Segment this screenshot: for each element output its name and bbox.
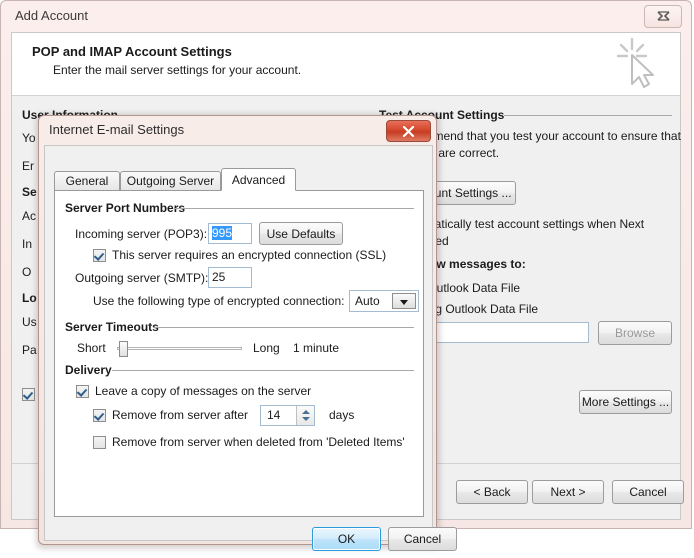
server-port-numbers-heading: Server Port Numbers <box>65 201 186 215</box>
encryption-type-select[interactable]: Auto <box>349 290 419 312</box>
close-icon[interactable] <box>644 5 682 28</box>
close-x-glyph <box>402 125 415 137</box>
modal-client-area: General Outgoing Server Advanced Server … <box>44 145 457 551</box>
user-name-label: Us <box>22 315 37 329</box>
add-account-title: Add Account <box>15 8 88 23</box>
encryption-type-value: Auto <box>355 294 380 308</box>
close-x-glyph <box>656 11 670 21</box>
add-account-titlebar: Add Account <box>1 1 691 31</box>
your-name-label: Yo <box>22 131 36 145</box>
delivery-heading: Delivery <box>65 363 112 377</box>
modal-title: Internet E-mail Settings <box>49 122 185 137</box>
server-port-numbers-rule <box>174 208 414 209</box>
stepper-down-icon[interactable] <box>302 417 310 421</box>
wizard-header: POP and IMAP Account Settings Enter the … <box>12 33 680 96</box>
ssl-required-label: This server requires an encrypted connec… <box>112 248 387 262</box>
email-address-label: Er <box>22 159 34 173</box>
outgoing-server-label: Outgoing server (SMTP): <box>75 271 209 285</box>
stepper-arrows[interactable] <box>296 406 314 425</box>
ok-button[interactable]: OK <box>312 527 381 551</box>
tab-advanced[interactable]: Advanced <box>221 168 296 191</box>
remove-when-deleted-label: Remove from server when deleted from 'De… <box>112 435 405 449</box>
password-label: Pa <box>22 343 37 357</box>
leave-copy-checkbox[interactable] <box>76 385 89 398</box>
incoming-server-port-input[interactable]: 995 <box>208 223 252 244</box>
next-button[interactable]: Next > <box>532 480 604 504</box>
settings-tabstrip: General Outgoing Server Advanced <box>54 168 424 191</box>
page-subtitle: Enter the mail server settings for your … <box>53 63 302 77</box>
test-account-settings-rule <box>504 115 672 116</box>
server-timeouts-rule <box>153 327 414 328</box>
timeout-value-label: 1 minute <box>293 341 340 355</box>
tab-general[interactable]: General <box>54 171 120 190</box>
encryption-type-label: Use the following type of encrypted conn… <box>93 294 345 308</box>
page-title: POP and IMAP Account Settings <box>32 44 232 59</box>
chevron-down-icon[interactable] <box>392 293 416 309</box>
days-label: days <box>329 408 355 422</box>
internet-email-settings-dialog: Internet E-mail Settings General Outgoin… <box>38 115 457 551</box>
leave-copy-label: Leave a copy of messages on the server <box>95 384 312 398</box>
remove-after-days-stepper[interactable]: 14 <box>260 405 315 426</box>
tab-outgoing-server[interactable]: Outgoing Server <box>120 171 221 190</box>
browse-button[interactable]: Browse <box>598 321 672 345</box>
timeout-short-label: Short <box>77 341 106 355</box>
advanced-tab-panel: Server Port Numbers Incoming server (POP… <box>54 190 424 517</box>
modal-titlebar: Internet E-mail Settings <box>39 116 436 145</box>
server-information-heading: Se <box>22 185 37 199</box>
outgoing-mail-server-label: O <box>22 265 32 279</box>
timeout-long-label: Long <box>253 341 280 355</box>
remove-when-deleted-checkbox[interactable] <box>93 436 106 449</box>
use-defaults-button[interactable]: Use Defaults <box>259 222 343 245</box>
remove-after-checkbox[interactable] <box>93 409 106 422</box>
close-icon[interactable] <box>386 120 431 142</box>
wizard-cursor-sparkle-icon <box>610 36 666 92</box>
server-timeouts-heading: Server Timeouts <box>65 320 159 334</box>
ssl-required-checkbox[interactable] <box>93 249 106 262</box>
server-timeout-slider-track[interactable] <box>117 347 242 350</box>
delivery-rule <box>112 370 414 371</box>
stepper-up-icon[interactable] <box>302 410 310 414</box>
server-timeout-slider-thumb[interactable] <box>119 341 128 357</box>
cancel-button[interactable]: Cancel <box>612 480 684 504</box>
incoming-port-value: 995 <box>212 226 233 240</box>
account-type-label: Ac <box>22 209 37 223</box>
remove-after-days-value: 14 <box>267 408 281 422</box>
incoming-server-label: Incoming server (POP3): <box>75 227 208 241</box>
more-settings-button[interactable]: More Settings ... <box>579 390 672 414</box>
back-button[interactable]: < Back <box>456 480 528 504</box>
outgoing-server-port-input[interactable]: 25 <box>208 267 252 288</box>
modal-cancel-button[interactable]: Cancel <box>388 527 457 551</box>
remove-after-label: Remove from server after <box>112 408 249 422</box>
logon-information-heading: Lo <box>22 291 37 305</box>
incoming-mail-server-label: In <box>22 237 33 251</box>
remember-password-checkbox[interactable] <box>22 388 35 401</box>
